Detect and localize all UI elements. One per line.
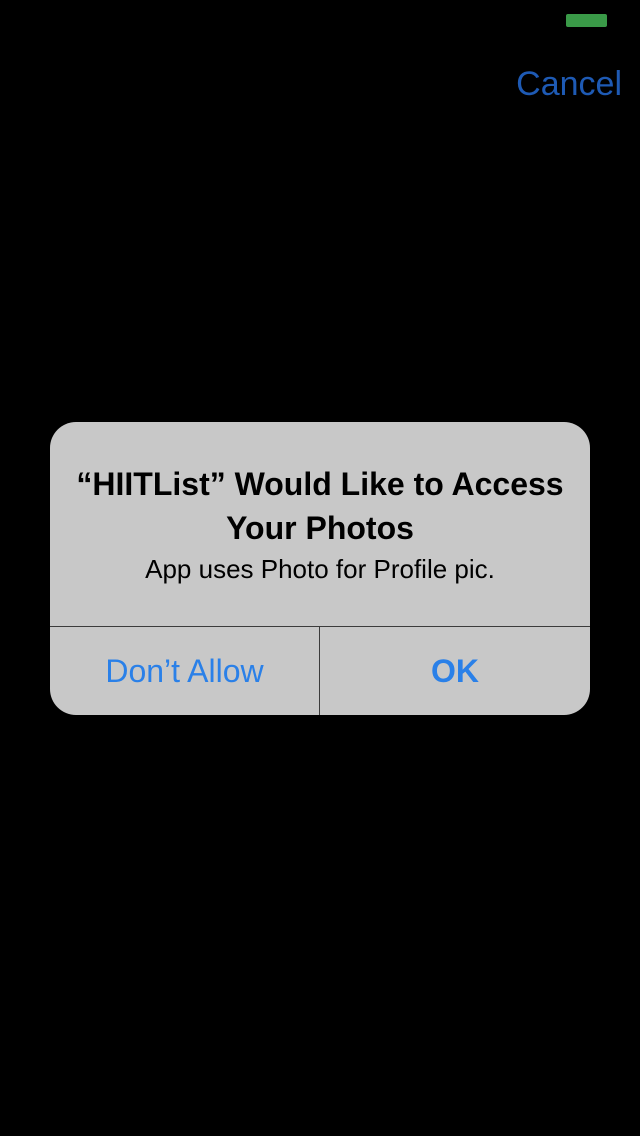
alert-message: App uses Photo for Profile pic. [145,554,495,584]
alert-body: “HIITList” Would Like to Access Your Pho… [50,422,590,626]
ok-button[interactable]: OK [320,627,590,715]
alert-actions: Don’t Allow OK [50,626,590,715]
alert-title: “HIITList” Would Like to Access Your Pho… [76,466,564,546]
status-bar [0,0,640,40]
navigation-bar: Cancel [0,40,640,128]
permission-alert: “HIITList” Would Like to Access Your Pho… [50,422,590,715]
cancel-button[interactable]: Cancel [516,64,622,104]
battery-icon [566,14,607,27]
dont-allow-button[interactable]: Don’t Allow [50,627,320,715]
